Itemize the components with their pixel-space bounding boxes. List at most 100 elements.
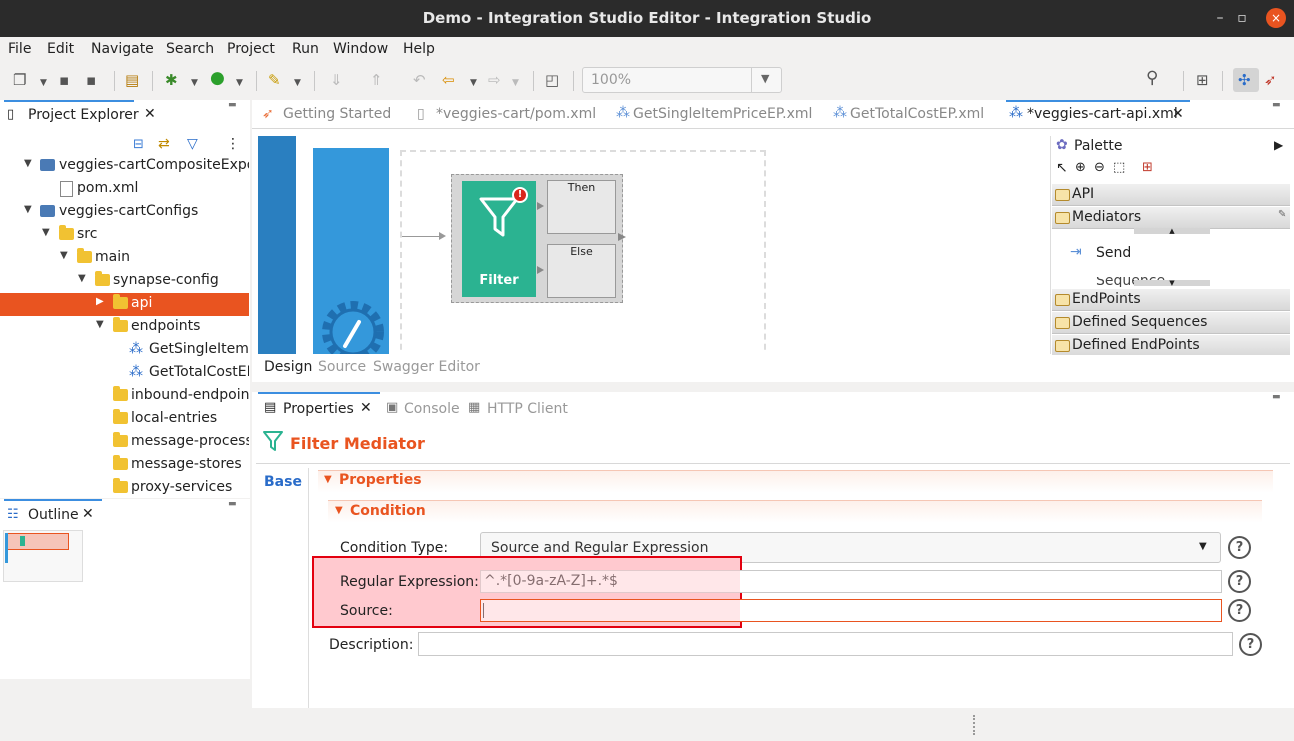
menu-file[interactable]: File: [8, 41, 31, 57]
tab-swagger-editor[interactable]: Swagger Editor: [373, 359, 480, 375]
scroll-down-icon[interactable]: ▼: [1134, 280, 1210, 287]
project-explorer-title[interactable]: Project Explorer: [28, 107, 139, 123]
in-sequence-block[interactable]: [313, 148, 389, 354]
minimize-view-icon[interactable]: ▬: [228, 499, 237, 509]
wrench-dropdown-icon[interactable]: ▼: [294, 74, 301, 92]
tab-get-total-cost-ep[interactable]: GetTotalCostEP.xml: [850, 106, 984, 122]
tab-console[interactable]: Console: [404, 401, 460, 417]
collapse-icon[interactable]: ▼: [335, 505, 343, 516]
forward-icon[interactable]: ⇨: [488, 71, 501, 89]
design-canvas[interactable]: ! Filter Then Else: [257, 136, 1049, 354]
deployment-perspective-icon[interactable]: ➶: [1264, 71, 1277, 89]
debug-dropdown-icon[interactable]: ▼: [191, 74, 198, 92]
tree-item[interactable]: local-entries: [0, 408, 249, 431]
tree-item[interactable]: message-stores: [0, 454, 249, 477]
minimize-button[interactable]: –: [1210, 8, 1230, 28]
debug-icon[interactable]: ✱: [165, 71, 178, 89]
menu-run[interactable]: Run: [292, 41, 319, 57]
condition-section-header[interactable]: [328, 500, 1262, 523]
tab-getting-started[interactable]: Getting Started: [283, 106, 391, 122]
chevron-down-icon[interactable]: ▼: [1199, 541, 1207, 552]
tab-pom-xml[interactable]: *veggies-cart/pom.xml: [436, 106, 596, 122]
new-icon[interactable]: ❐: [13, 71, 26, 89]
menu-edit[interactable]: Edit: [47, 41, 74, 57]
description-input[interactable]: [418, 632, 1233, 656]
view-menu-icon[interactable]: ⋮: [226, 136, 240, 152]
close-view-icon[interactable]: ✕: [82, 506, 94, 522]
collapse-all-icon[interactable]: ⊟: [133, 137, 144, 152]
palette-collapse-icon[interactable]: ▶: [1274, 138, 1283, 152]
scroll-up-icon[interactable]: ▲: [1134, 228, 1210, 235]
integration-perspective-icon[interactable]: ✣: [1238, 71, 1251, 89]
close-view-icon[interactable]: ✕: [360, 400, 372, 416]
palette-section-api[interactable]: API: [1052, 184, 1290, 206]
palette-section-endpoints[interactable]: EndPoints: [1052, 289, 1290, 311]
tree-item[interactable]: message-processors: [0, 431, 249, 454]
tree-item[interactable]: proxy-services: [0, 477, 249, 498]
zoom-combo[interactable]: 100% ▼: [582, 67, 782, 93]
help-icon[interactable]: ?: [1228, 536, 1251, 559]
tab-base[interactable]: Base: [264, 474, 302, 490]
deploy-icon[interactable]: ▤: [125, 71, 139, 89]
close-view-icon[interactable]: ✕: [144, 106, 156, 122]
filter-mediator[interactable]: ! Filter: [462, 181, 536, 297]
tree-item-selected[interactable]: ▶ api: [0, 293, 249, 316]
palette-section-defined-sequences[interactable]: Defined Sequences: [1052, 312, 1290, 334]
link-editor-icon[interactable]: ⇄: [158, 136, 170, 152]
tree-item[interactable]: ▼ veggies-cartConfigs: [0, 201, 249, 224]
then-branch[interactable]: Then: [547, 180, 616, 234]
pin-icon[interactable]: ✎: [1278, 209, 1286, 220]
help-icon[interactable]: ?: [1228, 570, 1251, 593]
menu-window[interactable]: Window: [333, 41, 388, 57]
palette-section-defined-endpoints[interactable]: Defined EndPoints: [1052, 335, 1290, 357]
minimize-view-icon[interactable]: ▬: [1272, 392, 1281, 402]
filter-icon[interactable]: ▽: [187, 136, 198, 152]
help-icon[interactable]: ?: [1239, 633, 1262, 656]
back-dropdown-icon[interactable]: ▼: [470, 74, 477, 92]
close-tab-icon[interactable]: ✕: [1172, 106, 1184, 122]
back-icon[interactable]: ⇦: [442, 71, 455, 89]
tab-http-client[interactable]: HTTP Client: [487, 401, 568, 417]
save-all-icon[interactable]: ▪: [86, 71, 96, 89]
tree-item[interactable]: ⁂ GetSingleItemPriceEP: [0, 339, 249, 362]
minimize-editor-icon[interactable]: ▬: [1272, 100, 1281, 110]
help-icon[interactable]: ?: [1228, 599, 1251, 622]
open-perspective-icon[interactable]: ⊞: [1196, 71, 1209, 89]
outline-thumbnail[interactable]: [3, 530, 83, 582]
wrench-icon[interactable]: ✎: [268, 71, 281, 89]
maximize-button[interactable]: ▫: [1232, 8, 1252, 28]
open-console-icon[interactable]: ◰: [545, 71, 559, 89]
zoom-dropdown-icon[interactable]: ▼: [761, 72, 769, 85]
forward-dropdown-icon[interactable]: ▼: [512, 74, 519, 92]
tree-item[interactable]: ▼ src: [0, 224, 249, 247]
last-edit-icon[interactable]: ↶: [413, 71, 426, 89]
zoom-out-icon[interactable]: ⊖: [1094, 160, 1105, 175]
else-branch[interactable]: Else: [547, 244, 616, 298]
run-icon[interactable]: ●: [210, 69, 225, 87]
minimize-view-icon[interactable]: ▬: [228, 100, 237, 110]
zoom-in-icon[interactable]: ⊕: [1075, 160, 1086, 175]
tree-item[interactable]: inbound-endpoints: [0, 385, 249, 408]
menu-help[interactable]: Help: [403, 41, 435, 57]
tree-item[interactable]: ▼ endpoints: [0, 316, 249, 339]
tab-source[interactable]: Source: [318, 359, 366, 375]
close-button[interactable]: ×: [1266, 8, 1286, 28]
connection-icon[interactable]: ⊞: [1142, 160, 1153, 175]
palette-item-send[interactable]: Send: [1096, 245, 1131, 261]
tree-item[interactable]: ▼ main: [0, 247, 249, 270]
properties-section-header[interactable]: [318, 470, 1273, 493]
marquee-icon[interactable]: ⬚: [1113, 160, 1125, 175]
prev-annotation-icon[interactable]: ⇑: [370, 71, 383, 89]
search-icon[interactable]: ⚲: [1146, 69, 1158, 87]
tree-item[interactable]: ⁂ GetTotalCostEP: [0, 362, 249, 385]
save-icon[interactable]: ▪: [59, 71, 69, 89]
run-dropdown-icon[interactable]: ▼: [236, 74, 243, 92]
palette-section-mediators[interactable]: Mediators: [1052, 207, 1290, 229]
tree-item[interactable]: ▼ synapse-config: [0, 270, 249, 293]
menu-project[interactable]: Project: [227, 41, 275, 57]
select-tool-icon[interactable]: ↖: [1056, 160, 1068, 176]
tab-veggies-cart-api[interactable]: *veggies-cart-api.xml: [1027, 106, 1178, 122]
tab-design[interactable]: Design: [264, 359, 312, 375]
menu-search[interactable]: Search: [166, 41, 214, 57]
menu-navigate[interactable]: Navigate: [91, 41, 154, 57]
